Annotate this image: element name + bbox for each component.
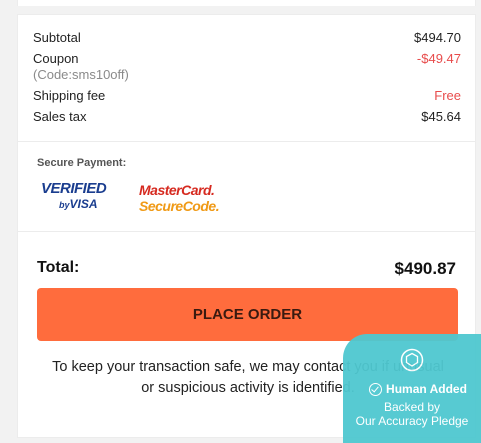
coupon-label: Coupon xyxy=(33,51,79,66)
subtotal-row: Subtotal $494.70 xyxy=(33,30,461,51)
price-breakdown: Subtotal $494.70 Coupon (Code:sms10off) … xyxy=(33,30,461,130)
coupon-label-group: Coupon (Code:sms10off) xyxy=(33,51,129,83)
pledge-title-text: Human Added xyxy=(386,382,467,396)
pledge-line-2: Our Accuracy Pledge xyxy=(355,414,469,428)
coupon-value: -$49.47 xyxy=(416,51,461,66)
pledge-title: Human Added xyxy=(358,382,478,396)
subtotal-value: $494.70 xyxy=(414,30,461,45)
tax-value: $45.64 xyxy=(421,109,461,124)
secure-payment-title: Secure Payment: xyxy=(37,157,127,169)
mastercard-securecode-logo: MasterCard. SecureCode. xyxy=(139,182,220,214)
previous-card-edge xyxy=(17,0,476,6)
subtotal-label: Subtotal xyxy=(33,30,81,45)
verified-by-visa-logo: VERIFIED byVISA xyxy=(41,180,107,212)
coupon-code: (Code:sms10off) xyxy=(33,67,129,82)
accuracy-pledge-badge[interactable]: Human Added Backed by Our Accuracy Pledg… xyxy=(343,334,481,443)
shipping-label: Shipping fee xyxy=(33,88,106,103)
pledge-seal-icon xyxy=(400,348,424,372)
total-row: Total: $490.87 xyxy=(37,259,456,279)
divider xyxy=(18,141,475,142)
tax-label: Sales tax xyxy=(33,109,87,124)
tax-row: Sales tax $45.64 xyxy=(33,109,461,130)
pledge-line-1: Backed by xyxy=(383,400,441,414)
total-value: $490.87 xyxy=(394,259,456,278)
coupon-row: Coupon (Code:sms10off) -$49.47 xyxy=(33,51,461,88)
shipping-row: Shipping fee Free xyxy=(33,88,461,109)
check-circle-icon xyxy=(369,382,383,396)
total-label: Total: xyxy=(37,259,80,276)
divider xyxy=(18,231,475,232)
shipping-value: Free xyxy=(434,88,461,103)
